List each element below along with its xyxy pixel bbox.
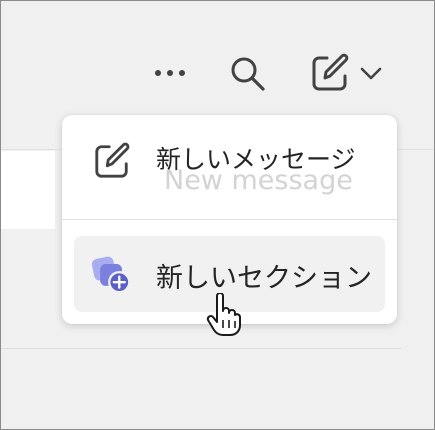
menu-divider [62, 219, 397, 220]
chevron-down-icon[interactable] [360, 66, 382, 80]
new-chat-button[interactable] [299, 49, 393, 97]
app-frame: New message 新しいメッセージ 新しいセクション [0, 0, 435, 430]
compose-icon [312, 53, 349, 91]
menu-icon-wrapper [92, 141, 132, 181]
menu-item-new-message[interactable]: New message 新しいメッセージ [74, 123, 385, 199]
background-panel [1, 151, 55, 229]
compose-icon [95, 142, 130, 178]
more-options-button[interactable] [147, 55, 193, 91]
more-horizontal-icon [155, 70, 185, 76]
menu-icon-wrapper [92, 254, 132, 294]
hand-pointer-cursor-icon [206, 293, 241, 336]
search-icon [231, 57, 265, 91]
new-section-icon [92, 256, 131, 294]
menu-item-label: 新しいセクション [156, 263, 372, 294]
menu-item-label: 新しいメッセージ [156, 145, 356, 174]
background-divider [1, 348, 401, 349]
search-button[interactable] [225, 51, 271, 97]
